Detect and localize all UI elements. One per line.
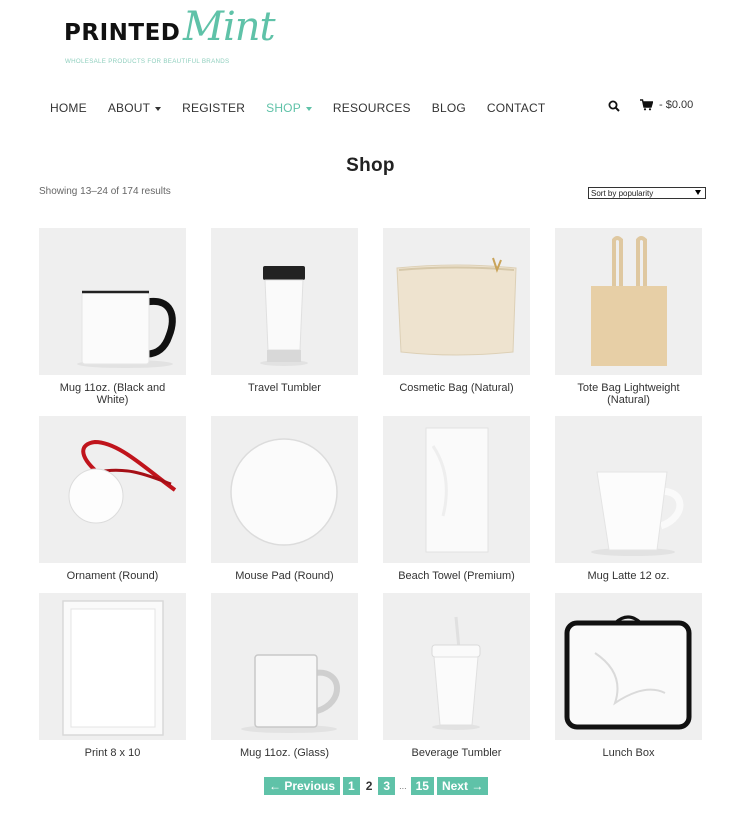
nav-contact[interactable]: CONTACT: [487, 101, 546, 115]
logo-wordmark: PRINTED: [64, 20, 181, 46]
lunch-box-icon: [564, 615, 692, 730]
cart-icon: [640, 99, 653, 111]
product-image[interactable]: [39, 593, 186, 740]
sort-select-value: Sort by popularity: [591, 188, 654, 198]
product-name[interactable]: Mug Latte 12 oz.: [555, 570, 702, 582]
nav-resources-label: RESOURCES: [332, 101, 411, 115]
product-image[interactable]: [211, 228, 358, 375]
nav-home-label: HOME: [50, 101, 87, 115]
towel-icon: [425, 427, 489, 553]
tote-bag-icon: [591, 236, 667, 366]
mug-icon: [77, 290, 176, 368]
glass-mug-icon: [241, 654, 340, 733]
result-count: Showing 13–24 of 174 results: [39, 186, 171, 197]
pagination-current-page: 2: [365, 779, 373, 793]
chevron-down-icon: [305, 106, 312, 111]
tumbler-icon: [260, 266, 308, 366]
product-name[interactable]: Ornament (Round): [39, 570, 186, 582]
product-name[interactable]: Beach Towel (Premium): [383, 570, 530, 582]
site-logo[interactable]: PRINTED Mint WHOLESALE PRODUCTS FOR BEAU…: [64, 4, 304, 72]
product-image[interactable]: [211, 416, 358, 563]
pagination: ← Previous 1 2 3 ... 15 Next →: [264, 777, 489, 795]
product-card[interactable]: Ornament (Round): [39, 416, 186, 582]
nav-about[interactable]: ABOUT: [107, 101, 162, 115]
pagination-previous[interactable]: ← Previous: [264, 777, 341, 795]
nav-shop-label: SHOP: [266, 101, 301, 115]
search-icon[interactable]: [608, 100, 620, 112]
pagination-page-3[interactable]: 3: [378, 777, 396, 795]
nav-about-label: ABOUT: [107, 101, 151, 115]
ornament-icon: [68, 439, 177, 524]
product-card[interactable]: Mouse Pad (Round): [211, 416, 358, 582]
nav-contact-label: CONTACT: [486, 101, 546, 115]
product-card[interactable]: Beach Towel (Premium): [383, 416, 530, 582]
pagination-next[interactable]: Next →: [436, 777, 489, 795]
dropdown-arrow-icon: [695, 190, 701, 195]
product-card[interactable]: Cosmetic Bag (Natural): [383, 228, 530, 394]
product-image[interactable]: [383, 228, 530, 375]
pagination-page-15[interactable]: 15: [410, 777, 434, 795]
cart-total: - $0.00: [659, 99, 694, 111]
product-image[interactable]: [555, 593, 702, 740]
product-image[interactable]: [555, 416, 702, 563]
pagination-dots: ...: [399, 781, 407, 791]
product-image[interactable]: [211, 593, 358, 740]
product-image[interactable]: [383, 593, 530, 740]
product-card[interactable]: Beverage Tumbler: [383, 593, 530, 759]
product-card[interactable]: Lunch Box: [555, 593, 702, 759]
product-card[interactable]: Mug 11oz. (Black and White): [39, 228, 186, 406]
product-name[interactable]: Travel Tumbler: [211, 382, 358, 394]
product-name[interactable]: Print 8 x 10: [39, 747, 186, 759]
sort-select[interactable]: Sort by popularity: [588, 187, 706, 199]
pagination-page-1[interactable]: 1: [343, 777, 360, 795]
product-image[interactable]: [555, 228, 702, 375]
product-card[interactable]: Mug Latte 12 oz.: [555, 416, 702, 582]
nav-home[interactable]: HOME: [50, 101, 87, 115]
product-name[interactable]: Mug 11oz. (Black and White): [39, 382, 186, 406]
product-card[interactable]: Print 8 x 10: [39, 593, 186, 759]
nav-blog[interactable]: BLOG: [432, 101, 466, 115]
mouse-pad-icon: [230, 438, 338, 546]
product-name[interactable]: Mug 11oz. (Glass): [211, 747, 358, 759]
nav-blog-label: BLOG: [431, 101, 466, 115]
logo-script: Mint: [183, 4, 276, 50]
print-frame-icon: [62, 600, 164, 736]
cart-link[interactable]: - $0.00: [640, 99, 693, 111]
page-title: Shop: [346, 155, 395, 176]
product-card[interactable]: Travel Tumbler: [211, 228, 358, 394]
nav-shop[interactable]: SHOP: [266, 101, 312, 115]
nav-resources[interactable]: RESOURCES: [333, 101, 411, 115]
nav-register[interactable]: REGISTER: [182, 101, 245, 115]
logo-tagline: WHOLESALE PRODUCTS FOR BEAUTIFUL BRANDS: [65, 58, 230, 65]
main-nav: HOME ABOUT REGISTER SHOP RESOURCES BLOG …: [50, 99, 566, 117]
nav-register-label: REGISTER: [182, 101, 246, 115]
product-name[interactable]: Cosmetic Bag (Natural): [383, 382, 530, 394]
product-card[interactable]: Tote Bag Lightweight (Natural): [555, 228, 702, 406]
latte-mug-icon: [591, 471, 684, 556]
product-image[interactable]: [39, 228, 186, 375]
beverage-tumbler-icon: [431, 616, 481, 730]
product-image[interactable]: [383, 416, 530, 563]
product-name[interactable]: Tote Bag Lightweight (Natural): [555, 382, 702, 406]
product-name[interactable]: Lunch Box: [555, 747, 702, 759]
product-name[interactable]: Beverage Tumbler: [383, 747, 530, 759]
cosmetic-bag-icon: [396, 257, 517, 356]
chevron-down-icon: [155, 106, 162, 111]
product-image[interactable]: [39, 416, 186, 563]
product-name[interactable]: Mouse Pad (Round): [211, 570, 358, 582]
product-card[interactable]: Mug 11oz. (Glass): [211, 593, 358, 759]
